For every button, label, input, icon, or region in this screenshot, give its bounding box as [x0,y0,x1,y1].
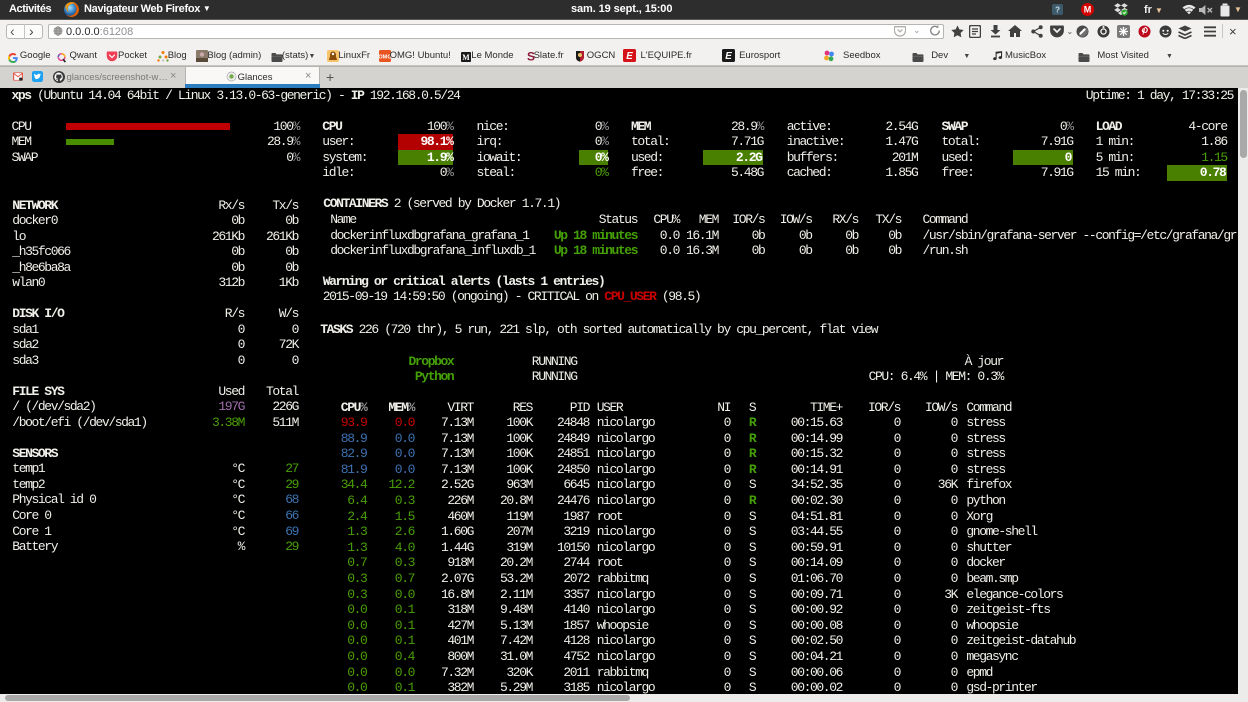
svg-text:E: E [627,51,634,62]
svg-text:M: M [1084,5,1092,15]
svg-text:E: E [725,51,732,62]
svg-text:M: M [462,53,470,62]
svg-text:?: ? [1055,5,1060,14]
